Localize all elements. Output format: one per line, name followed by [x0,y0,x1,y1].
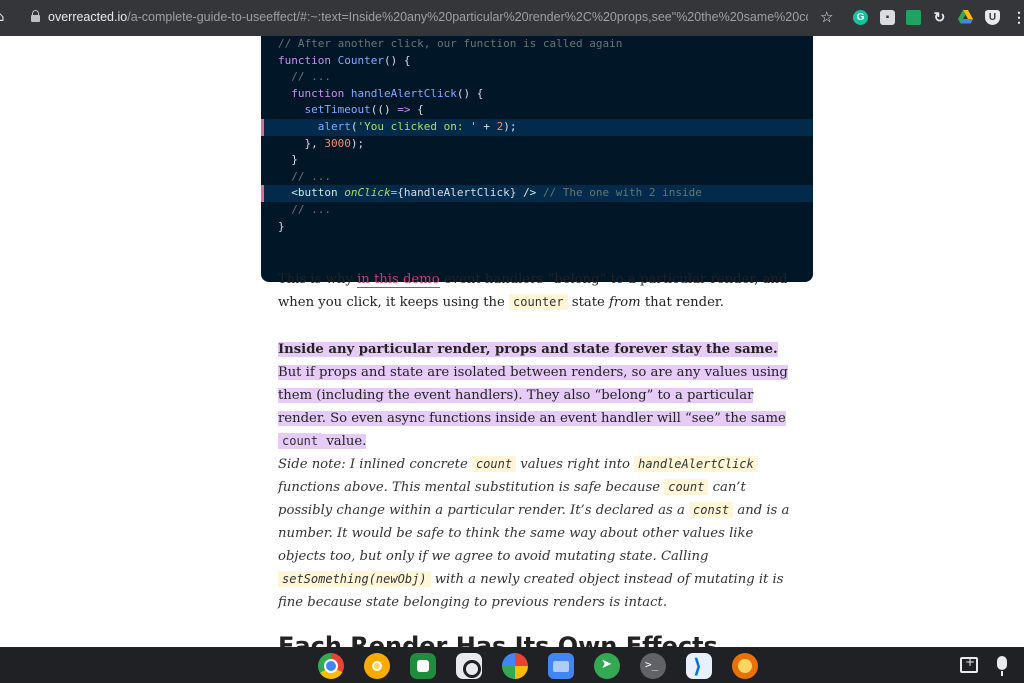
inline-code: count [664,479,709,495]
code-line: // After another click, our function is … [278,37,623,50]
extension-badge-icon[interactable]: ▪ [880,10,895,25]
code-line-highlighted: alert('You clicked on: ' + 2); [261,119,813,136]
shield-extension-icon[interactable]: U [985,10,1000,25]
firefox-icon[interactable] [732,653,758,679]
code-line: function handleAlertClick() { [291,86,484,100]
green-extension-icon[interactable] [906,10,921,25]
files-icon[interactable] [548,653,574,679]
chrome-canary-icon[interactable] [364,653,390,679]
inline-code: count [471,456,517,472]
code-line: }, 3000); [278,136,365,150]
paragraph-demo: This is why in this demo event handlers … [278,272,788,310]
google-photos-icon[interactable] [502,653,528,679]
code-line: setTimeout(() => { [304,103,424,117]
camera-icon[interactable] [456,653,482,679]
taskbar-shelf [0,647,1024,683]
url-path: /a-complete-guide-to-useeffect/#:~:text=… [127,10,808,24]
telegram-icon[interactable] [594,653,620,679]
code-line-highlighted: <button onClick={handleAlertClick} /> //… [261,185,813,202]
google-chat-icon[interactable] [410,653,436,679]
paragraph-highlighted: Inside any particular render, props and … [278,338,798,453]
url-host: overreacted.io [48,10,128,24]
code-line: // ... [278,203,331,216]
google-drive-extension-icon[interactable] [958,10,973,25]
section-heading: Each Render Has Its Own Effects [278,632,718,647]
refresh-extension-icon[interactable]: ↻ [932,10,947,25]
text-fragment-highlight: Inside any particular render, props and … [278,342,788,449]
code-block: // After another click, our function is … [261,36,813,282]
home-icon[interactable]: ⌂ [0,11,10,25]
screen-capture-icon[interactable] [960,655,978,673]
chrome-icon[interactable] [318,653,344,679]
terminal-icon[interactable] [640,653,666,679]
code-line: // ... [278,169,331,183]
address-bar[interactable]: overreacted.io/a-complete-guide-to-useef… [48,10,808,24]
inline-code: const [689,502,734,518]
more-menu-icon[interactable]: ⋮ [1012,10,1024,25]
inline-code: count [278,433,323,449]
inline-code: setSomething(newObj) [278,571,431,587]
paragraph-side-note: Side note: I inlined concrete count valu… [278,456,790,610]
demo-link[interactable]: in this demo [357,272,440,288]
article-content: // After another click, our function is … [0,36,1024,647]
code-line: function Counter() { [278,53,411,67]
inline-code: handleAlertClick [634,456,758,472]
code-line: // ... [278,70,331,84]
vscode-icon[interactable] [686,653,712,679]
code-line: } [278,219,285,233]
browser-toolbar: ⌂ overreacted.io/a-complete-guide-to-use… [0,0,1024,36]
grammarly-extension-icon[interactable]: G [853,10,868,25]
bookmark-star-icon[interactable]: ☆ [820,8,833,26]
code-line: } [278,153,298,167]
inline-code: counter [509,294,568,310]
microphone-icon[interactable] [997,656,1007,676]
lock-icon[interactable] [31,10,40,23]
